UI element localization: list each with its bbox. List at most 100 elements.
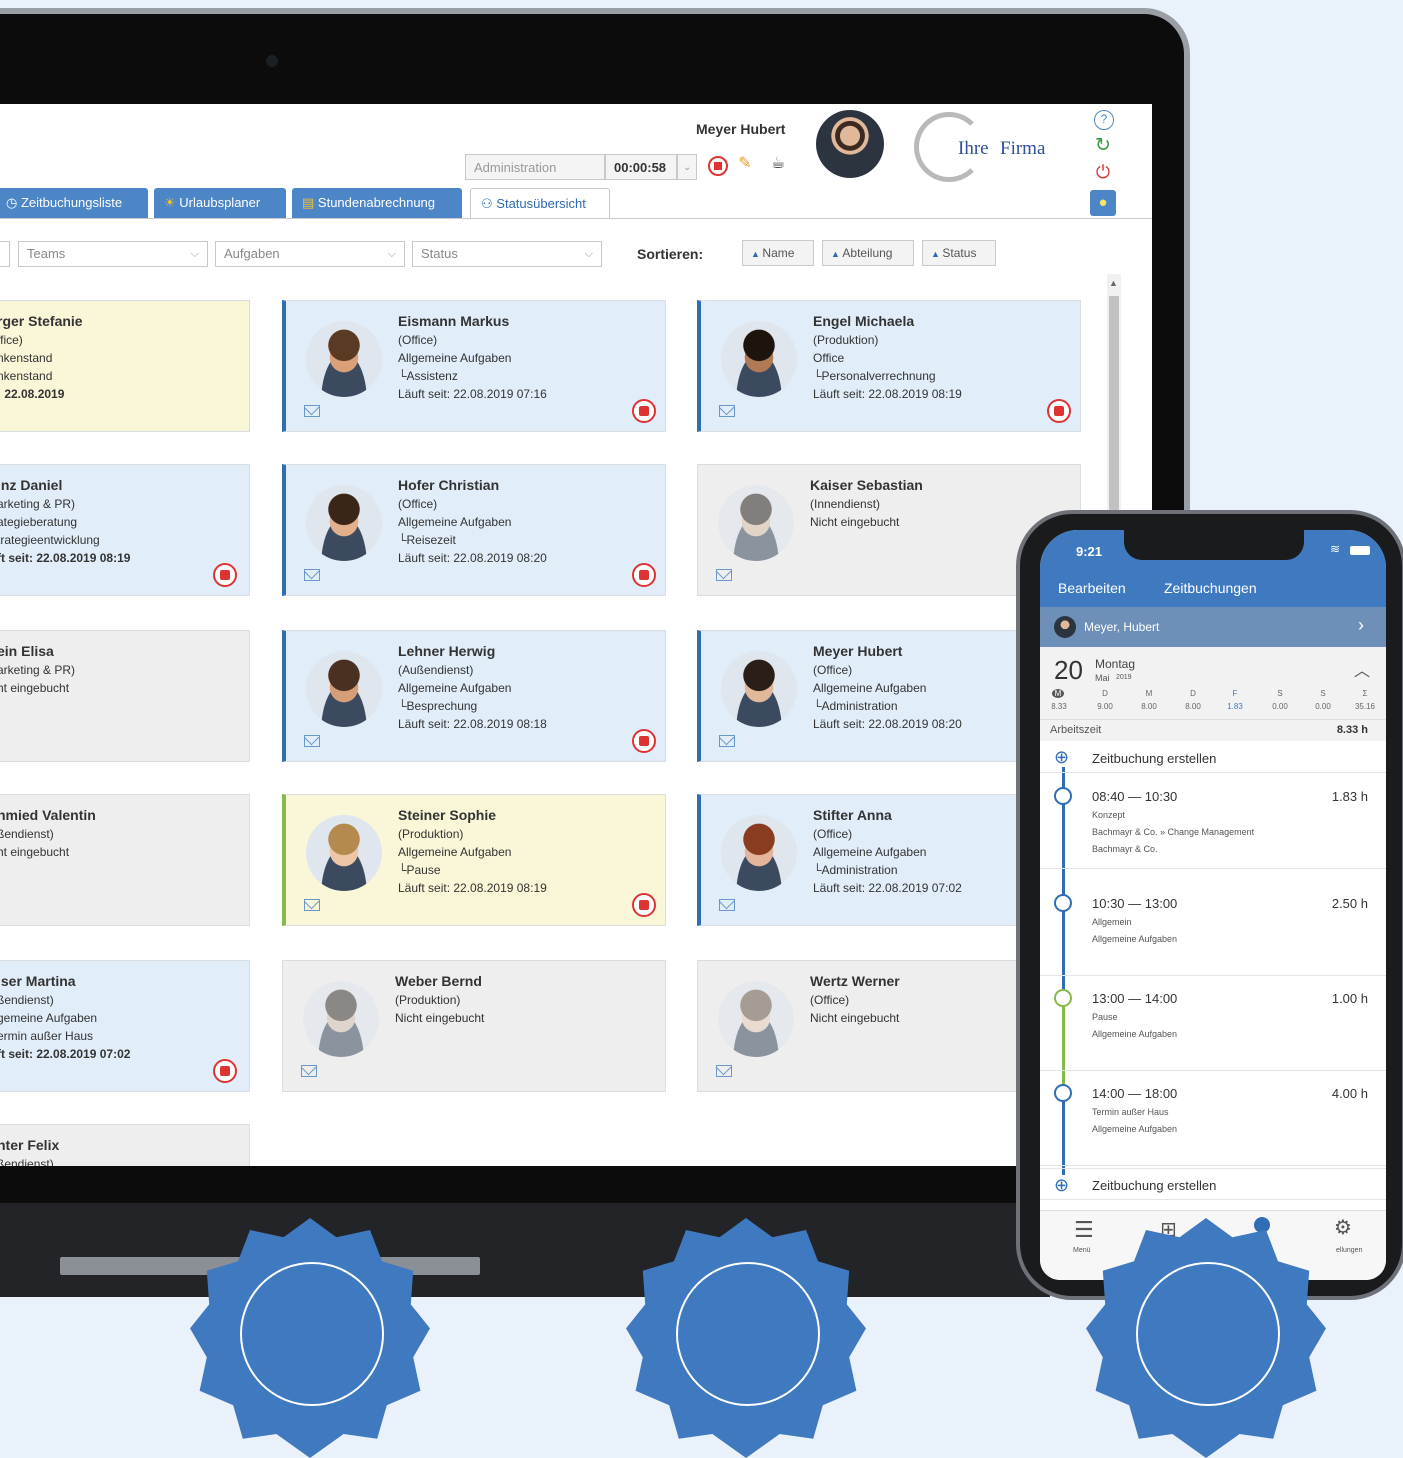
chevron-down-icon[interactable]: ⌄ <box>677 154 697 180</box>
time-entry[interactable]: 13:00 — 14:00 1.00 h Pause Allgemeine Aufga… <box>1040 977 1386 1071</box>
aufgaben-filter[interactable]: Aufgaben ⌵ <box>215 241 405 267</box>
status-card[interactable]: inz Daniel arketing & PR) ategieberatung tr… <box>0 464 250 596</box>
filter-truncated[interactable] <box>0 241 10 267</box>
week-day-label[interactable]: S <box>1308 689 1338 698</box>
edit-button[interactable]: Bearbeiten <box>1058 580 1126 596</box>
employee-photo <box>721 321 797 397</box>
status-card[interactable]: Weber Bernd (Produktion) Nicht eingebucht <box>282 960 666 1092</box>
timeline-dot-icon <box>1054 989 1072 1007</box>
tab-zeitbuchungsliste[interactable]: ◷ Zeitbuchungsliste <box>0 188 148 218</box>
chevron-down-icon: ⌵ <box>387 248 396 260</box>
sort-name-button[interactable]: ▲ Name <box>742 240 814 266</box>
week-day-label[interactable]: Σ <box>1350 689 1380 698</box>
sort-abteilung-button[interactable]: ▲ Abteilung <box>822 240 914 266</box>
employee-detail: Allgemeine Aufgaben <box>813 845 927 859</box>
employee-name: Engel Michaela <box>813 313 915 329</box>
stop-timer-icon[interactable] <box>213 1059 237 1083</box>
timeline-icon[interactable] <box>1254 1217 1270 1233</box>
mail-icon[interactable] <box>304 405 320 417</box>
menu-icon[interactable]: ☰ <box>1074 1217 1094 1243</box>
employee-name: Eismann Markus <box>398 313 510 329</box>
week-day-value: 8.33 <box>1051 702 1067 711</box>
stop-timer-icon[interactable] <box>708 156 728 176</box>
employee-name: nter Felix <box>0 1137 60 1153</box>
time-entry[interactable]: 14:00 — 18:00 4.00 h Termin außer Haus Allg… <box>1040 1072 1386 1166</box>
edit-note-icon[interactable]: ✎ <box>735 154 755 174</box>
phone-clock: 9:21 <box>1076 544 1103 559</box>
stop-timer-icon[interactable] <box>1047 399 1071 423</box>
status-card[interactable]: nter Felix ßendienst) <box>0 1124 250 1166</box>
status-card[interactable]: rger Stefanie ffice) nkenstand nkenstand: 2… <box>0 300 250 432</box>
status-card[interactable]: ein Elisa arketing & PR) ht eingebucht <box>0 630 250 762</box>
employee-detail: Allgemeine Aufgaben <box>398 351 512 365</box>
mail-icon[interactable] <box>304 735 320 747</box>
employee-detail: Nicht eingebucht <box>395 1011 485 1025</box>
mail-icon[interactable] <box>716 569 732 581</box>
tab-statusuebersicht[interactable]: ⚇ Statusübersicht <box>470 188 610 218</box>
employee-detail: ht eingebucht <box>0 845 70 859</box>
week-day-label[interactable]: S <box>1265 689 1295 698</box>
status-card[interactable]: Lehner Herwig (Außendienst) Allgemeine Auf… <box>282 630 666 762</box>
employee-detail: (Office) <box>398 497 438 511</box>
status-card[interactable]: Engel Michaela (Produktion) Office └Persona… <box>697 300 1081 432</box>
chevron-up-icon[interactable]: ︿ <box>1354 657 1370 681</box>
week-day-label[interactable]: M <box>1052 689 1064 698</box>
entry-duration: 1.00 h <box>1331 991 1368 1006</box>
stop-timer-icon[interactable] <box>632 729 656 753</box>
stop-timer-icon[interactable] <box>632 893 656 917</box>
status-card[interactable]: lser Martina ßendienst) gemeine Aufgaben er… <box>0 960 250 1092</box>
department-combo[interactable]: Administration <box>465 154 605 180</box>
create-entry-top[interactable]: ⊕ Zeitbuchung erstellen <box>1040 743 1386 773</box>
status-card[interactable]: hmied Valentin ßendienst) ht eingebucht <box>0 794 250 926</box>
entry-time: 08:40 — 10:30 <box>1092 789 1178 804</box>
mail-icon[interactable] <box>719 735 735 747</box>
mail-icon[interactable] <box>304 899 320 911</box>
week-day-label[interactable]: D <box>1090 689 1120 698</box>
week-day-label[interactable]: D <box>1178 689 1208 698</box>
scroll-up-icon[interactable]: ▲ <box>1109 278 1118 288</box>
employee-detail: Läuft seit: 22.08.2019 07:16 <box>398 387 547 401</box>
lightbulb-icon[interactable]: ● <box>1090 190 1116 216</box>
clipboard-icon: ▤ <box>302 195 318 210</box>
employee-detail: (Innendienst) <box>810 497 881 511</box>
user-avatar[interactable] <box>816 110 884 178</box>
employee-detail: ht eingebucht <box>0 681 70 695</box>
settings-icon[interactable]: ⚙ <box>1334 1215 1352 1240</box>
status-card[interactable]: Hofer Christian (Office) Allgemeine Aufgab… <box>282 464 666 596</box>
teams-filter[interactable]: Teams ⌵ <box>18 241 208 267</box>
employee-detail: (Office) <box>813 827 853 841</box>
mail-icon[interactable] <box>301 1065 317 1077</box>
employee-photo <box>306 321 382 397</box>
help-icon[interactable]: ? <box>1094 110 1114 130</box>
status-card[interactable]: Eismann Markus (Office) Allgemeine Aufgabe… <box>282 300 666 432</box>
stop-timer-icon[interactable] <box>632 399 656 423</box>
mail-icon[interactable] <box>719 899 735 911</box>
phone-user-row[interactable]: Meyer, Hubert › <box>1040 607 1386 647</box>
time-entry[interactable]: 08:40 — 10:30 1.83 h Konzept Bachmayr & Co.… <box>1040 775 1386 869</box>
employee-detail: Nicht eingebucht <box>810 515 900 529</box>
power-icon[interactable]: ⏻ <box>1092 162 1114 182</box>
create-entry-label: Zeitbuchung erstellen <box>1092 1178 1217 1193</box>
mail-icon[interactable] <box>719 405 735 417</box>
stop-timer-icon[interactable] <box>632 563 656 587</box>
sort-status-button[interactable]: ▲ Status <box>922 240 996 266</box>
employee-name: Meyer Hubert <box>813 643 903 659</box>
coffee-break-icon[interactable]: ☕ <box>768 154 788 174</box>
status-filter[interactable]: Status ⌵ <box>412 241 602 267</box>
employee-name: Weber Bernd <box>395 973 482 989</box>
mail-icon[interactable] <box>304 569 320 581</box>
create-entry-bottom[interactable]: ⊕ Zeitbuchung erstellen <box>1040 1168 1386 1200</box>
time-entry[interactable]: 10:30 — 13:00 2.50 h Allgemein Allgemeine A… <box>1040 882 1386 976</box>
status-card[interactable]: Steiner Sophie (Produktion) Allgemeine Auf… <box>282 794 666 926</box>
week-day-label[interactable]: M <box>1134 689 1164 698</box>
entry-detail: Bachmayr & Co. <box>1092 844 1158 854</box>
mail-icon[interactable] <box>716 1065 732 1077</box>
refresh-icon[interactable]: ↻ <box>1092 136 1114 156</box>
employee-photo <box>303 981 379 1057</box>
stop-timer-icon[interactable] <box>213 563 237 587</box>
day-number: 20 <box>1054 655 1083 685</box>
tab-stundenabrechnung[interactable]: ▤ Stundenabrechnung <box>292 188 462 218</box>
week-day-label[interactable]: F <box>1220 689 1250 698</box>
tab-urlaubsplaner[interactable]: ☀ Urlaubsplaner <box>154 188 286 218</box>
week-day-value: 8.00 <box>1141 702 1157 711</box>
